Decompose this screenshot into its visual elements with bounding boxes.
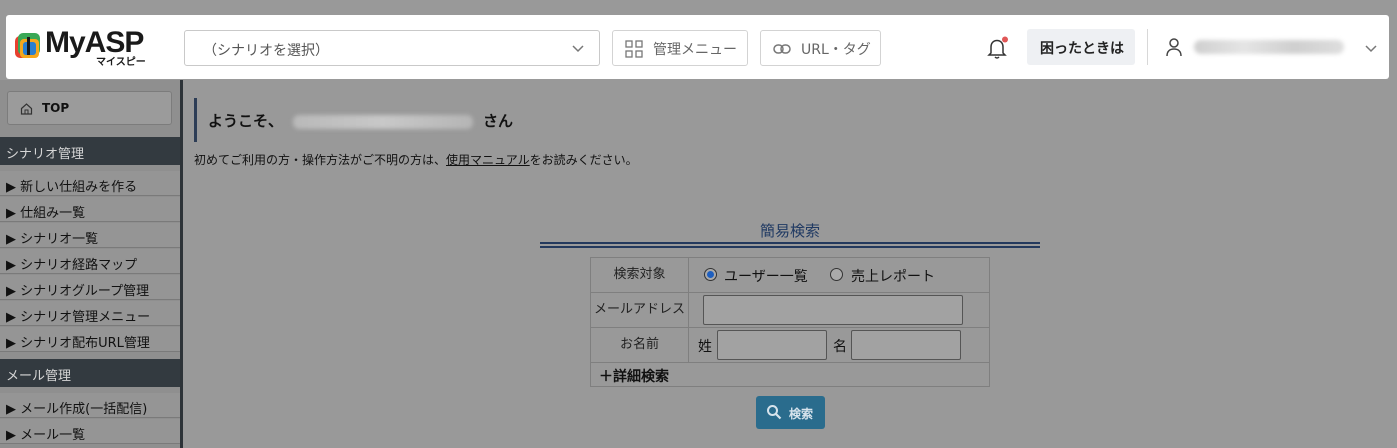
email-label: メールアドレス [591,293,689,327]
quick-search-title: 簡易検索 [759,222,820,240]
sidebar-item-mechanism-list[interactable]: ▶ 仕組み一覧 [0,197,180,222]
header-divider [1147,29,1148,65]
sidebar-section-title: メール管理 [6,369,72,384]
search-target-row: 検索対象 ユーザー一覧 売上レポート [591,258,989,293]
notification-bell-icon[interactable] [987,36,1009,60]
welcome-accent-bar [194,98,197,142]
logo-subtext: マイスピー [96,57,146,68]
manual-link[interactable]: 使用マニュアル [446,153,530,167]
welcome-username-redacted [293,114,474,129]
sidebar-item-label: ▶ メール作成(一括配信) [6,402,148,417]
welcome-heading: ようこそ、 さん [208,110,513,131]
link-icon [773,44,791,54]
email-input[interactable] [703,295,963,325]
sidebar-item-mail-list[interactable]: ▶ メール一覧 [0,419,180,444]
sidebar-item-scenario-map[interactable]: ▶ シナリオ経路マップ [0,249,180,274]
last-name-label: 姓 [698,339,712,355]
radio-sales-report[interactable] [830,268,843,281]
scenario-select-placeholder: （シナリオを選択） [203,43,329,59]
home-icon [20,103,33,115]
detail-search-toggle[interactable]: ＋詳細検索 [599,366,669,386]
help-button-label: 困ったときは [1040,41,1124,57]
admin-menu-button[interactable]: 管理メニュー [612,30,748,66]
title-underline [540,242,1040,244]
intro-after: をお読みください。 [529,153,638,167]
sidebar-item-scenario-menu[interactable]: ▶ シナリオ管理メニュー [0,301,180,326]
grid-icon [625,40,643,58]
welcome-suffix: さん [483,112,514,130]
sidebar-item-scenario-list[interactable]: ▶ シナリオ一覧 [0,223,180,248]
admin-menu-label: 管理メニュー [653,42,737,58]
sidebar-item-label: ▶ シナリオ経路マップ [6,258,138,273]
title-underline [540,246,1040,248]
radio-user-list-label: ユーザー一覧 [724,269,808,285]
name-label: お名前 [591,328,689,362]
app-header: MyASP マイスピー （シナリオを選択） 管理メニュー URL・タグ 困ったと… [6,15,1389,79]
intro-before: 初めてご利用の方・操作方法がご不明の方は、 [194,153,447,167]
search-target-label: 検索対象 [591,258,689,292]
logo-mark-icon [15,33,40,58]
intro-text: 初めてご利用の方・操作方法がご不明の方は、使用マニュアルをお読みください。 [194,151,638,168]
help-button[interactable]: 困ったときは [1027,29,1135,65]
name-row: お名前 姓 名 [591,328,989,363]
last-name-input[interactable] [717,330,827,360]
search-button-label: 検索 [789,407,814,421]
sidebar-section-mail: メール管理 [0,359,180,387]
sidebar-item-scenario-url[interactable]: ▶ シナリオ配布URL管理 [0,327,180,352]
url-tag-button[interactable]: URL・タグ [760,30,881,66]
email-row: メールアドレス [591,293,989,328]
chevron-down-icon [572,45,584,53]
sidebar-item-label: ▶ シナリオ配布URL管理 [6,336,150,351]
sidebar-section-title: シナリオ管理 [6,147,85,162]
sidebar-item-mail-create[interactable]: ▶ メール作成(一括配信) [0,393,180,418]
sidebar-section-scenario: シナリオ管理 [0,137,180,165]
sidebar-item-label: ▶ 新しい仕組みを作る [6,180,138,195]
sidebar-border [180,80,183,448]
radio-user-list[interactable] [704,268,717,281]
first-name-input[interactable] [851,330,961,360]
sidebar-top-label: TOP [42,101,70,115]
user-name-redacted[interactable] [1194,40,1344,54]
quick-search-form: 検索対象 ユーザー一覧 売上レポート メールアドレス お名前 姓 名 ＋詳細検索 [590,257,990,387]
sidebar-item-label: ▶ 仕組み一覧 [6,206,86,221]
search-icon [767,405,782,420]
sidebar-item-label: ▶ メール一覧 [6,428,86,443]
sidebar-item-label: ▶ シナリオ管理メニュー [6,310,151,325]
chevron-down-icon[interactable] [1364,41,1378,55]
search-button[interactable]: 検索 [756,396,825,429]
sidebar: TOP シナリオ管理 ▶ 新しい仕組みを作る ▶ 仕組み一覧 ▶ シナリオ一覧 … [0,80,180,448]
sidebar-top-button[interactable]: TOP [7,91,172,125]
myasp-logo[interactable]: MyASP マイスピー [14,26,154,68]
url-tag-label: URL・タグ [801,42,871,58]
user-icon[interactable] [1164,37,1184,57]
sidebar-item-label: ▶ シナリオグループ管理 [6,284,150,299]
sidebar-item-label: ▶ シナリオ一覧 [6,232,99,247]
sidebar-item-new-mechanism[interactable]: ▶ 新しい仕組みを作る [0,171,180,196]
first-name-label: 名 [833,339,847,355]
sidebar-item-scenario-group[interactable]: ▶ シナリオグループ管理 [0,275,180,300]
scenario-select[interactable]: （シナリオを選択） [184,30,600,66]
radio-sales-report-label: 売上レポート [851,269,935,285]
welcome-prefix: ようこそ、 [208,112,284,130]
detail-search-row: ＋詳細検索 [591,363,989,386]
